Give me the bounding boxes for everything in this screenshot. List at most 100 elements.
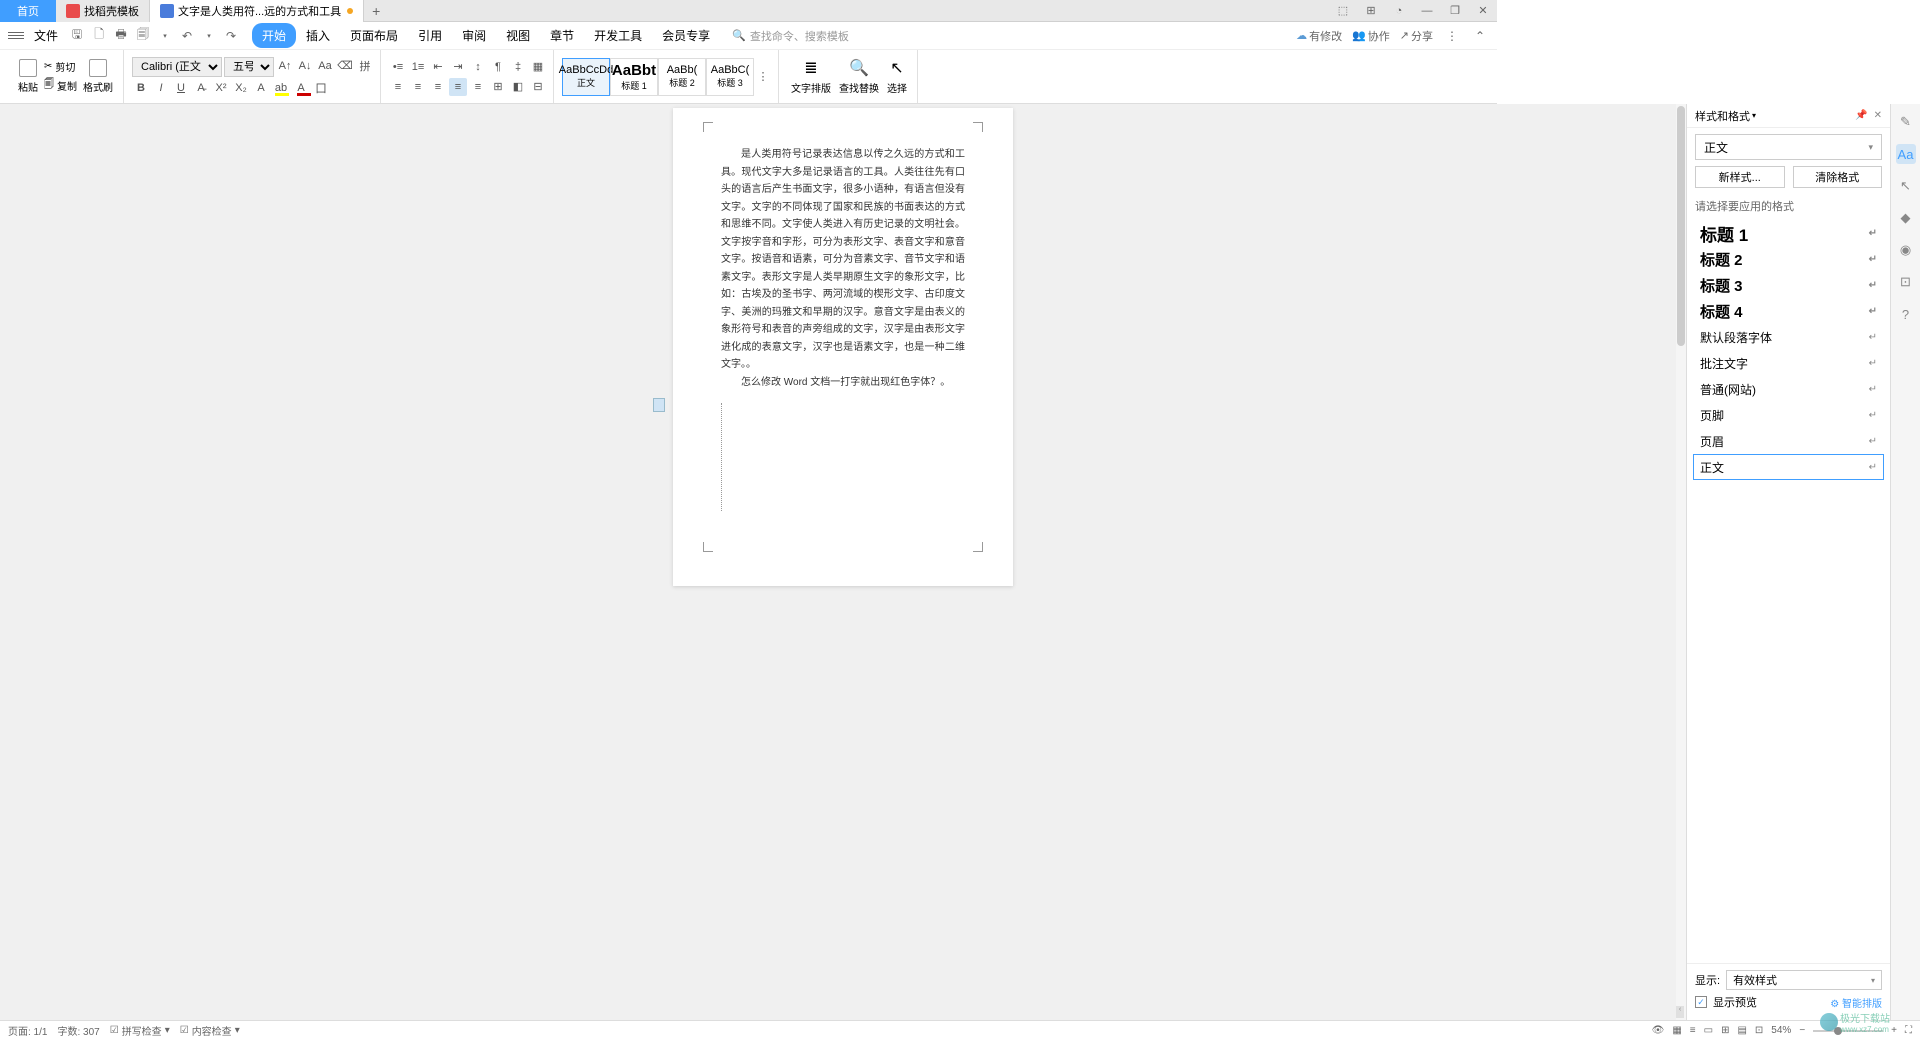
sort-icon[interactable]: ↕ xyxy=(469,58,487,76)
collab-button[interactable]: 👥 协作 xyxy=(1352,28,1390,44)
panel-toggle-bottom[interactable]: ‹ xyxy=(1676,1006,1684,1018)
view-icon-3[interactable]: ▭ xyxy=(1704,1025,1713,1036)
subscript-icon[interactable]: X₂ xyxy=(232,79,250,97)
style-item[interactable]: 默认段落字体↵ xyxy=(1693,324,1884,350)
dropdown-icon[interactable]: ▾ xyxy=(1752,111,1756,120)
redo-icon[interactable]: ↷ xyxy=(222,27,240,45)
text-layout-button[interactable]: ≣文字排版 xyxy=(787,58,835,95)
bullets-icon[interactable]: •≡ xyxy=(389,58,407,76)
numbering-icon[interactable]: 1≡ xyxy=(409,58,427,76)
line-spacing-icon[interactable]: ‡ xyxy=(509,58,527,76)
shading-icon[interactable]: ◧ xyxy=(509,78,527,96)
style-item[interactable]: 标题 4↵ xyxy=(1693,298,1884,324)
view-icon-4[interactable]: ⊞ xyxy=(1721,1025,1729,1036)
style-item[interactable]: 批注文字↵ xyxy=(1693,350,1884,376)
align-left-icon[interactable]: ≡ xyxy=(389,78,407,96)
tab-view[interactable]: 视图 xyxy=(496,23,540,48)
align-right-icon[interactable]: ≡ xyxy=(429,78,447,96)
style-item[interactable]: 正文↵ xyxy=(1693,454,1884,480)
increase-font-icon[interactable]: A↑ xyxy=(276,57,294,75)
export-icon[interactable]: 🗐 xyxy=(134,27,152,45)
tab-insert[interactable]: 插入 xyxy=(296,23,340,48)
underline-icon[interactable]: U xyxy=(172,79,190,97)
help-icon[interactable]: ? xyxy=(1896,304,1916,324)
char-border-icon[interactable]: 囗 xyxy=(312,79,330,97)
tab-home[interactable]: 首页 xyxy=(0,0,56,22)
content-check[interactable]: ☑ 内容检查 ▾ xyxy=(180,1023,240,1038)
close-panel-icon[interactable]: ✕ xyxy=(1874,110,1882,121)
styles-more-icon[interactable]: ⋮ xyxy=(754,68,772,86)
superscript-icon[interactable]: X² xyxy=(212,79,230,97)
style-heading2[interactable]: AaBb(标题 2 xyxy=(658,58,706,96)
tab-member[interactable]: 会员专享 xyxy=(652,23,720,48)
font-size-select[interactable]: 五号 xyxy=(224,57,274,77)
clear-format-icon[interactable]: ⌫ xyxy=(336,57,354,75)
style-item[interactable]: 标题 3↵ xyxy=(1693,272,1884,298)
fullscreen-icon[interactable]: ⛶ xyxy=(1905,1025,1912,1036)
tab-section[interactable]: 章节 xyxy=(540,23,584,48)
borders-icon[interactable]: ▦ xyxy=(529,58,547,76)
paste-button[interactable]: 粘贴 xyxy=(14,59,42,94)
copy-button[interactable]: 🗐复制 xyxy=(42,76,79,95)
tab-template[interactable]: 找稻壳模板 xyxy=(56,0,150,22)
view-icon-1[interactable]: ▦ xyxy=(1672,1025,1681,1036)
phonetic-icon[interactable]: 拼 xyxy=(356,57,374,75)
fit-icon[interactable]: ⊡ xyxy=(1755,1025,1763,1036)
view-icon-5[interactable]: ▤ xyxy=(1737,1025,1746,1036)
tab-settings-icon[interactable]: ⊟ xyxy=(529,78,547,96)
zoom-in-icon[interactable]: + xyxy=(1891,1025,1897,1036)
limit-icon[interactable]: ⊡ xyxy=(1896,272,1916,292)
tab-document[interactable]: 文字是人类用符...远的方式和工具 xyxy=(150,0,364,22)
search-input[interactable]: 查找命令、搜索模板 xyxy=(732,28,849,44)
align-center-icon[interactable]: ≡ xyxy=(409,78,427,96)
nav-icon[interactable]: ◉ xyxy=(1896,240,1916,260)
format-painter-button[interactable]: 格式刷 xyxy=(79,59,117,94)
decrease-indent-icon[interactable]: ⇤ xyxy=(429,58,447,76)
scroll-thumb[interactable] xyxy=(1677,106,1685,346)
collapse-ribbon-icon[interactable]: ⌃ xyxy=(1471,27,1489,45)
save-icon[interactable]: 🖫 xyxy=(68,27,86,45)
increase-indent-icon[interactable]: ⇥ xyxy=(449,58,467,76)
skin-icon[interactable]: ◔ xyxy=(1385,0,1413,22)
tab-add-button[interactable]: + xyxy=(364,3,388,19)
maximize-button[interactable]: ❐ xyxy=(1441,0,1469,22)
ai-icon[interactable]: ✎ xyxy=(1896,112,1916,132)
paragraph-2[interactable]: 怎么修改 Word 文档一打字就出现红色字体？。 xyxy=(721,374,965,392)
word-count[interactable]: 字数: 307 xyxy=(57,1023,99,1038)
select-button[interactable]: ↖选择 xyxy=(883,58,911,95)
styles-icon[interactable]: Aa xyxy=(1896,144,1916,164)
clear-format-button[interactable]: 清除格式 xyxy=(1793,166,1883,188)
style-item[interactable]: 普通(网站)↵ xyxy=(1693,376,1884,402)
paragraph-1[interactable]: 是人类用符号记录表达信息以传之久远的方式和工具。现代文字大多是记录语言的工具。人… xyxy=(721,146,965,374)
shapes-icon[interactable]: ◆ xyxy=(1896,208,1916,228)
smart-layout-link[interactable]: ⚙ 智能排版 xyxy=(1830,995,1882,1010)
style-item[interactable]: 标题 1↵ xyxy=(1693,220,1884,246)
change-case-icon[interactable]: Aa xyxy=(316,57,334,75)
zoom-level[interactable]: 54% xyxy=(1771,1025,1791,1036)
undo-more[interactable]: ▾ xyxy=(200,27,218,45)
italic-icon[interactable]: I xyxy=(152,79,170,97)
view-icon-2[interactable]: ≡ xyxy=(1690,1025,1696,1036)
style-heading1[interactable]: AaBbt标题 1 xyxy=(610,58,658,96)
select-icon[interactable]: ↖ xyxy=(1896,176,1916,196)
show-filter-select[interactable]: 有效样式 xyxy=(1726,970,1882,990)
style-item[interactable]: 页脚↵ xyxy=(1693,402,1884,428)
menu-icon[interactable] xyxy=(8,32,24,39)
decrease-font-icon[interactable]: A↓ xyxy=(296,57,314,75)
tab-pagelayout[interactable]: 页面布局 xyxy=(340,23,408,48)
pin-icon[interactable]: 📌 xyxy=(1855,110,1867,121)
document-page[interactable]: 是人类用符号记录表达信息以传之久远的方式和工具。现代文字大多是记录语言的工具。人… xyxy=(673,108,1013,586)
distribute-icon[interactable]: ≡ xyxy=(469,78,487,96)
style-item[interactable]: 页眉↵ xyxy=(1693,428,1884,454)
style-heading3[interactable]: AaBbC(标题 3 xyxy=(706,58,754,96)
indent-settings-icon[interactable]: ⊞ xyxy=(489,78,507,96)
minimize-button[interactable]: — xyxy=(1413,0,1441,22)
show-marks-icon[interactable]: ¶ xyxy=(489,58,507,76)
share-button[interactable]: ↗ 分享 xyxy=(1400,28,1433,44)
unsaved-changes[interactable]: 有修改 xyxy=(1296,28,1342,44)
new-style-button[interactable]: 新样式... xyxy=(1695,166,1785,188)
font-name-select[interactable]: Calibri (正文) xyxy=(132,57,222,77)
grid-icon[interactable]: ⊞ xyxy=(1357,0,1385,22)
file-menu[interactable]: 文件 xyxy=(34,27,58,44)
strike-icon[interactable]: A̵ xyxy=(192,79,210,97)
